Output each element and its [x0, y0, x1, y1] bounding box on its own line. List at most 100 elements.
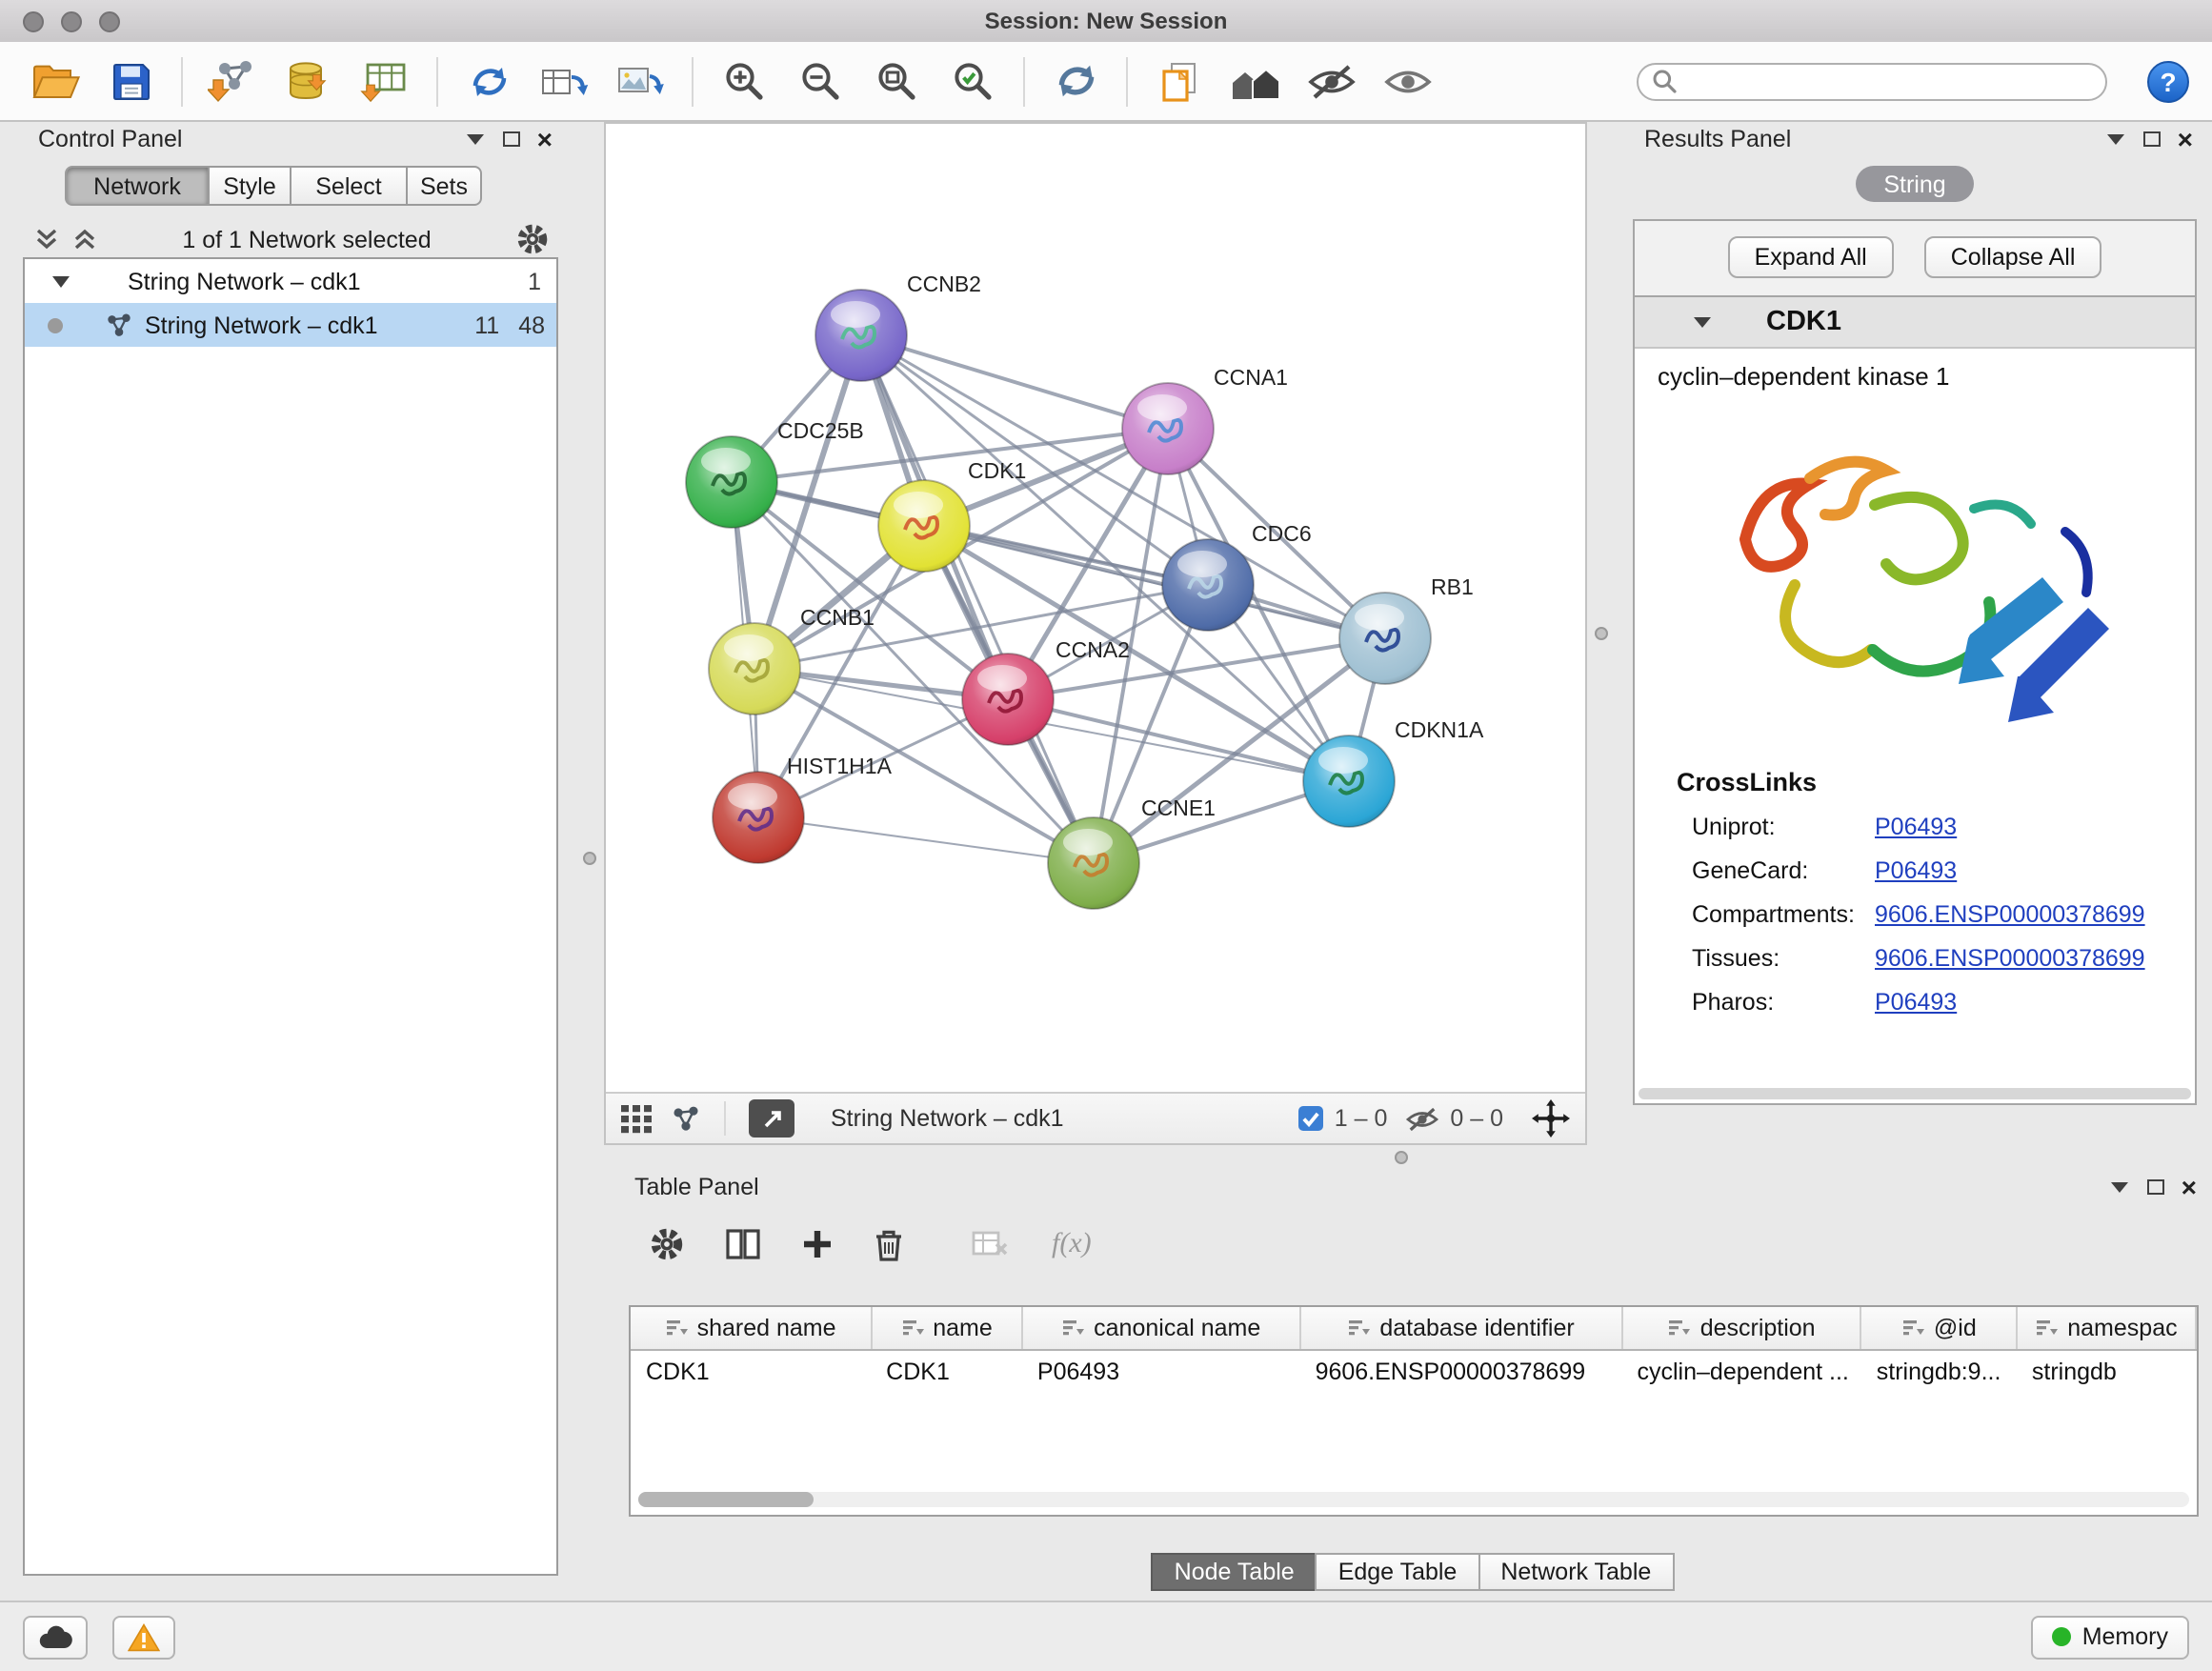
- horizontal-scrollbar[interactable]: [638, 1492, 2189, 1507]
- pan-crosshair-icon[interactable]: [1532, 1099, 1570, 1137]
- toolbar-search[interactable]: [1637, 62, 2107, 100]
- panel-float-icon[interactable]: [503, 131, 520, 147]
- add-column-icon[interactable]: [802, 1229, 833, 1259]
- grid-view-icon[interactable]: [621, 1104, 654, 1133]
- tab-network[interactable]: Network: [65, 166, 210, 206]
- network-arrows-button[interactable]: [457, 50, 520, 112]
- zoom-in-button[interactable]: [713, 50, 775, 112]
- cell-name[interactable]: CDK1: [871, 1350, 1022, 1393]
- delete-trash-icon[interactable]: [875, 1228, 903, 1260]
- checkbox-icon[interactable]: [1298, 1105, 1325, 1132]
- save-session-button[interactable]: [99, 50, 162, 112]
- network-collection-row[interactable]: String Network – cdk1 1: [25, 259, 556, 303]
- collapse-all-icon[interactable]: [34, 227, 59, 252]
- show-graphics-details-button[interactable]: [1376, 50, 1438, 112]
- network-edge[interactable]: [861, 335, 1094, 863]
- memory-button[interactable]: Memory: [2031, 1615, 2189, 1659]
- bottom-splitter-handle[interactable]: [1395, 1151, 1408, 1164]
- network-edge[interactable]: [861, 335, 1168, 429]
- minimize-window-button[interactable]: [61, 10, 82, 31]
- import-table-from-file-button[interactable]: [354, 50, 417, 112]
- zoom-fit-button[interactable]: [865, 50, 928, 112]
- hide-graphics-details-button[interactable]: [1299, 50, 1362, 112]
- expand-all-icon[interactable]: [72, 227, 97, 252]
- column-header[interactable]: shared name: [631, 1307, 871, 1350]
- panel-close-icon[interactable]: ×: [2178, 130, 2193, 149]
- network-row[interactable]: String Network – cdk1 11 48: [25, 303, 556, 347]
- left-splitter-handle[interactable]: [583, 852, 596, 865]
- refresh-layout-button[interactable]: [1044, 50, 1107, 112]
- warnings-button[interactable]: [112, 1615, 175, 1659]
- crosslink-link[interactable]: P06493: [1875, 989, 1957, 1016]
- network-edge[interactable]: [924, 526, 1385, 638]
- cell-canonical-name[interactable]: P06493: [1022, 1350, 1300, 1393]
- panel-float-icon[interactable]: [2147, 1179, 2164, 1195]
- panel-close-icon[interactable]: ×: [2182, 1178, 2197, 1197]
- cell-description[interactable]: cyclin–dependent ...: [1622, 1350, 1861, 1393]
- import-network-from-database-button[interactable]: [278, 50, 341, 112]
- export-table-button[interactable]: [533, 50, 596, 112]
- maximize-window-button[interactable]: [99, 10, 120, 31]
- crosslink-link[interactable]: 9606.ENSP00000378699: [1875, 901, 2145, 928]
- network-canvas[interactable]: CCNB2CCNA1CDC25BCDK1CDC6RB1CCNB1CCNA2CDK…: [606, 124, 1585, 1092]
- close-window-button[interactable]: [23, 10, 44, 31]
- open-file-button[interactable]: [23, 50, 86, 112]
- search-input[interactable]: [1686, 66, 2092, 96]
- disclosure-triangle-icon[interactable]: [51, 273, 70, 289]
- node-count: 11: [474, 312, 499, 338]
- export-view-button[interactable]: [749, 1099, 794, 1137]
- collapse-all-button[interactable]: Collapse All: [1924, 236, 2102, 278]
- window-title: Session: New Session: [985, 8, 1228, 34]
- tab-style[interactable]: Style: [208, 166, 292, 206]
- import-network-from-file-button[interactable]: [202, 50, 265, 112]
- column-header[interactable]: description: [1622, 1307, 1861, 1350]
- tab-edge-table[interactable]: Edge Table: [1316, 1553, 1480, 1591]
- cloud-sync-button[interactable]: [23, 1615, 88, 1659]
- tab-select[interactable]: Select: [290, 166, 408, 206]
- table-settings-gear-icon[interactable]: [650, 1227, 684, 1261]
- column-header[interactable]: canonical name: [1022, 1307, 1300, 1350]
- panel-close-icon[interactable]: ×: [537, 130, 553, 149]
- cell-id[interactable]: stringdb:9...: [1861, 1350, 2017, 1393]
- network-view[interactable]: CCNB2CCNA1CDC25BCDK1CDC6RB1CCNB1CCNA2CDK…: [604, 122, 1587, 1145]
- zoom-in-icon: [722, 59, 766, 103]
- share-view-icon[interactable]: [671, 1104, 701, 1133]
- section-disclosure-icon[interactable]: [1692, 314, 1713, 330]
- column-header[interactable]: name: [871, 1307, 1022, 1350]
- right-splitter-handle[interactable]: [1595, 627, 1608, 640]
- column-header[interactable]: @id: [1861, 1307, 2017, 1350]
- column-header[interactable]: database identifier: [1300, 1307, 1622, 1350]
- tab-network-table[interactable]: Network Table: [1478, 1553, 1674, 1591]
- panel-collapse-icon[interactable]: [2109, 1179, 2130, 1195]
- cell-namespace[interactable]: stringdb: [2017, 1350, 2196, 1393]
- crosslinks-title: CrossLinks: [1677, 768, 2195, 796]
- crosslink-link[interactable]: 9606.ENSP00000378699: [1875, 945, 2145, 972]
- tab-node-table[interactable]: Node Table: [1152, 1553, 1317, 1591]
- table-row[interactable]: CDK1 CDK1 P06493 9606.ENSP00000378699 cy…: [631, 1350, 2196, 1393]
- gear-icon[interactable]: [516, 223, 549, 255]
- panel-collapse-icon[interactable]: [2105, 131, 2126, 147]
- crosslink-link[interactable]: P06493: [1875, 814, 1957, 840]
- help-button[interactable]: ?: [2147, 60, 2189, 102]
- tab-sets[interactable]: Sets: [406, 166, 482, 206]
- results-scrollbar[interactable]: [1639, 1088, 2191, 1099]
- network-edge[interactable]: [758, 817, 1094, 863]
- gene-section-header[interactable]: CDK1: [1635, 297, 2195, 349]
- scrollbar-thumb[interactable]: [638, 1492, 814, 1507]
- column-header[interactable]: namespac: [2017, 1307, 2196, 1350]
- panel-float-icon[interactable]: [2143, 131, 2161, 147]
- show-columns-icon[interactable]: [726, 1229, 760, 1259]
- expand-all-button[interactable]: Expand All: [1728, 236, 1894, 278]
- cell-shared-name[interactable]: CDK1: [631, 1350, 871, 1393]
- network-overview-button[interactable]: [1223, 50, 1286, 112]
- export-image-button[interactable]: [610, 50, 673, 112]
- crosslink-link[interactable]: P06493: [1875, 857, 1957, 884]
- zoom-out-button[interactable]: [789, 50, 852, 112]
- cell-database-identifier[interactable]: 9606.ENSP00000378699: [1300, 1350, 1622, 1393]
- string-tab-badge[interactable]: String: [1855, 166, 1974, 202]
- copy-document-button[interactable]: [1147, 50, 1210, 112]
- panel-collapse-icon[interactable]: [465, 131, 486, 147]
- zoom-selected-button[interactable]: [941, 50, 1004, 112]
- button-label: Expand All: [1755, 244, 1867, 271]
- eye-slash-small-icon[interactable]: [1404, 1104, 1440, 1133]
